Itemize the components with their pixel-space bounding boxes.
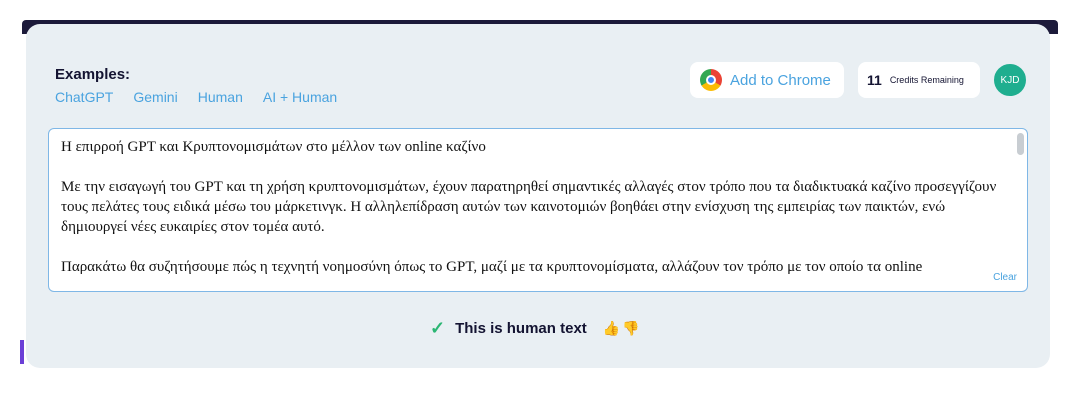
thumb-down-icon[interactable]: 👎 bbox=[622, 320, 639, 337]
text-paragraph-title: Η επιρροή GPT και Κρυπτονομισμάτων στο μ… bbox=[61, 139, 486, 155]
credits-label: Credits Remaining bbox=[889, 75, 964, 85]
add-to-chrome-button[interactable]: Add to Chrome bbox=[690, 62, 844, 98]
examples-section: Examples: ChatGPT Gemini Human AI + Huma… bbox=[55, 66, 337, 105]
credits-badge: 11 Credits Remaining bbox=[858, 62, 980, 98]
example-link-chatgpt[interactable]: ChatGPT bbox=[55, 89, 113, 105]
text-paragraph-intro: Με την εισαγωγή του GPT και τη χρήση κρυ… bbox=[61, 179, 997, 235]
feedback-buttons: 👍 👎 bbox=[603, 320, 640, 337]
verdict-row: ✓ This is human text 👍 👎 bbox=[430, 318, 640, 339]
example-link-human[interactable]: Human bbox=[198, 89, 243, 105]
clear-button[interactable]: Clear bbox=[989, 272, 1017, 283]
text-input-area[interactable]: Η επιρροή GPT και Κρυπτονομισμάτων στο μ… bbox=[48, 128, 1028, 292]
textbox-scrollbar[interactable] bbox=[1017, 133, 1024, 155]
credits-count: 11 bbox=[867, 72, 882, 88]
avatar[interactable]: KJD bbox=[992, 62, 1028, 98]
thumb-up-icon[interactable]: 👍 bbox=[603, 320, 620, 337]
example-link-ai-human[interactable]: AI + Human bbox=[263, 89, 337, 105]
top-band bbox=[0, 0, 1080, 20]
check-icon: ✓ bbox=[430, 318, 446, 338]
text-content[interactable]: Η επιρροή GPT και Κρυπτονομισμάτων στο μ… bbox=[61, 137, 1005, 291]
detector-card: Examples: ChatGPT Gemini Human AI + Huma… bbox=[26, 24, 1050, 368]
text-paragraph-next: Παρακάτω θα συζητήσουμε πώς η τεχνητή νο… bbox=[61, 259, 923, 275]
add-to-chrome-label: Add to Chrome bbox=[730, 71, 831, 89]
page-edge-accent bbox=[20, 340, 24, 364]
chrome-icon bbox=[700, 69, 722, 91]
example-link-gemini[interactable]: Gemini bbox=[133, 89, 177, 105]
examples-title: Examples: bbox=[55, 66, 131, 83]
example-links: ChatGPT Gemini Human AI + Human bbox=[55, 89, 337, 105]
verdict-text: This is human text bbox=[455, 320, 587, 337]
